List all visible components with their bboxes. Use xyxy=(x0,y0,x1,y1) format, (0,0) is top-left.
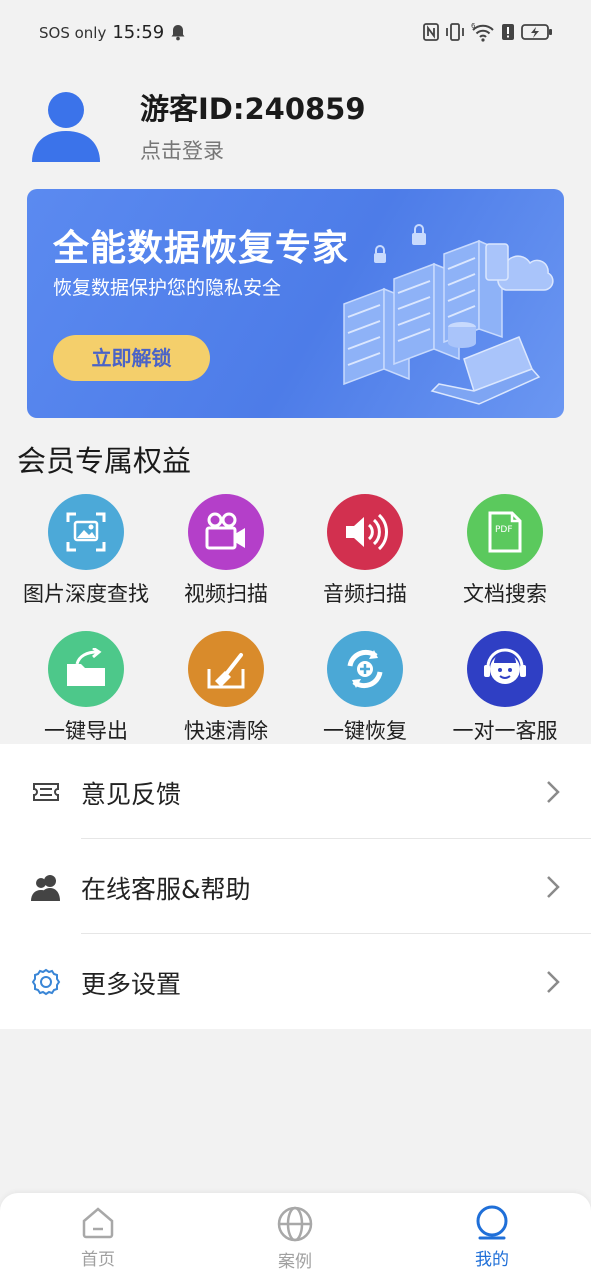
pdf-document-icon: PDF xyxy=(467,494,543,570)
menu-item-settings[interactable]: 更多设置 xyxy=(0,934,591,1029)
chevron-right-icon xyxy=(547,876,560,898)
clock-text: 15:59 xyxy=(112,22,165,43)
status-left: SOS only 15:59 xyxy=(39,22,186,43)
banner-subtitle: 恢复数据保护您的隐私安全 xyxy=(53,277,282,299)
section-title: 会员专属权益 xyxy=(17,444,192,478)
benefit-doc-search[interactable]: PDF 文档搜索 xyxy=(430,494,580,608)
banner-title: 全能数据恢复专家 xyxy=(53,228,350,269)
benefit-customer-service[interactable]: 一对一客服 xyxy=(430,631,580,745)
video-camera-icon xyxy=(188,494,264,570)
user-id-text: 游客ID:240859 xyxy=(140,92,366,126)
home-icon xyxy=(82,1207,114,1239)
nav-tab-mine[interactable]: 我的 xyxy=(452,1205,532,1270)
benefit-label: 一对一客服 xyxy=(452,719,558,743)
status-bar: SOS only 15:59 6 xyxy=(0,0,591,64)
settings-menu: 意见反馈 在线客服&帮助 更多设置 xyxy=(0,744,591,1029)
menu-label: 更多设置 xyxy=(81,970,182,999)
battery-charging-icon xyxy=(521,24,552,40)
vibrate-icon xyxy=(446,23,464,41)
nav-label: 案例 xyxy=(278,1252,312,1272)
folder-export-icon xyxy=(48,631,124,707)
nfc-icon xyxy=(423,23,439,41)
broom-clean-icon xyxy=(188,631,264,707)
benefit-video-scan[interactable]: 视频扫描 xyxy=(151,494,301,608)
benefit-restore[interactable]: 一键恢复 xyxy=(290,631,440,745)
chevron-right-icon xyxy=(547,781,560,803)
menu-item-online-help[interactable]: 在线客服&帮助 xyxy=(0,839,591,934)
globe-icon xyxy=(277,1206,313,1242)
customer-service-icon xyxy=(467,631,543,707)
svg-text:PDF: PDF xyxy=(495,525,513,535)
ticket-feedback-icon xyxy=(33,783,59,801)
chevron-right-icon xyxy=(547,971,560,993)
bottom-nav: 首页 案例 我的 xyxy=(0,1193,591,1280)
login-link[interactable]: 点击登录 xyxy=(140,135,224,165)
benefit-label: 音频扫描 xyxy=(323,582,407,606)
alert-icon xyxy=(502,24,514,40)
menu-label: 在线客服&帮助 xyxy=(81,875,251,904)
benefit-label: 快速清除 xyxy=(184,719,268,743)
restore-cycle-icon xyxy=(327,631,403,707)
benefit-image-search[interactable]: 图片深度查找 xyxy=(11,494,161,608)
nav-label: 首页 xyxy=(81,1250,115,1270)
nav-tab-cases[interactable]: 案例 xyxy=(255,1205,335,1272)
carrier-text: SOS only xyxy=(39,23,107,42)
nav-tab-home[interactable]: 首页 xyxy=(58,1205,138,1270)
benefit-export[interactable]: 一键导出 xyxy=(11,631,161,745)
profile-circle-icon xyxy=(476,1205,508,1240)
menu-item-feedback[interactable]: 意见反馈 xyxy=(0,744,591,839)
wifi-badge: 6 xyxy=(471,22,476,30)
users-icon xyxy=(31,875,60,901)
avatar[interactable] xyxy=(28,86,104,162)
benefit-label: 图片深度查找 xyxy=(23,582,149,606)
nav-label: 我的 xyxy=(475,1250,509,1270)
menu-label: 意见反馈 xyxy=(81,780,182,809)
benefit-label: 一键恢复 xyxy=(323,719,407,743)
benefit-audio-scan[interactable]: 音频扫描 xyxy=(290,494,440,608)
wifi-icon: 6 xyxy=(471,22,494,42)
gear-icon xyxy=(31,968,61,996)
vip-banner[interactable]: 全能数据恢复专家 恢复数据保护您的隐私安全 立即解锁 xyxy=(27,189,564,418)
benefit-label: 一键导出 xyxy=(44,719,128,743)
unlock-button[interactable]: 立即解锁 xyxy=(53,335,210,381)
profile-header[interactable]: 游客ID:240859 点击登录 xyxy=(0,80,591,170)
benefit-label: 视频扫描 xyxy=(184,582,268,606)
bell-icon xyxy=(171,25,185,41)
image-search-icon xyxy=(48,494,124,570)
status-right: 6 xyxy=(423,22,553,42)
benefit-label: 文档搜索 xyxy=(463,582,547,606)
benefit-clean[interactable]: 快速清除 xyxy=(151,631,301,745)
mine-screen: SOS only 15:59 6 游客ID:240859 点击登录 全能数据恢复… xyxy=(0,0,591,1280)
speaker-icon xyxy=(327,494,403,570)
server-illustration-icon xyxy=(343,224,554,405)
